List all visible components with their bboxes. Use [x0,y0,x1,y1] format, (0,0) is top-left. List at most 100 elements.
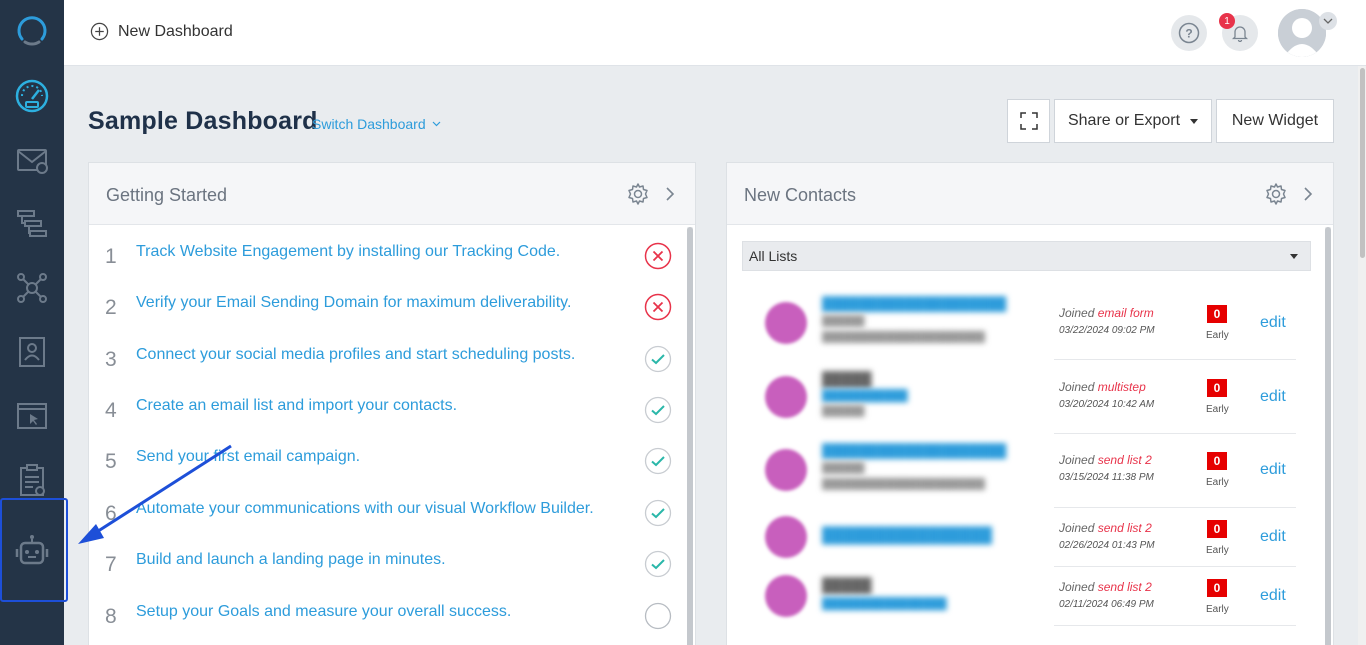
edit-contact-link[interactable]: edit [1260,461,1286,479]
panel-title: New Contacts [744,185,857,205]
chevron-right-icon[interactable] [663,185,677,203]
row-divider [1054,359,1296,360]
lead-score-label: Early [1206,404,1229,415]
task-row: 5 Send your first email campaign. [89,440,689,480]
question-icon: ? [1178,22,1200,44]
task-link[interactable]: Build and launch a landing page in minut… [136,551,446,569]
list-filter-select[interactable]: All Lists [742,241,1311,271]
switch-dashboard-dropdown[interactable]: Switch Dashboard [312,116,441,132]
joined-prefix: Joined [1059,580,1095,594]
workflow-icon[interactable] [0,192,64,256]
caret-down-icon [1190,118,1199,124]
x-circle-icon [644,293,672,321]
joined-date: 02/11/2024 06:49 PM [1059,599,1154,610]
edit-contact-link[interactable]: edit [1260,587,1286,605]
panel-header: Getting Started [89,163,695,225]
contact-email-redacted[interactable]: ████████████████████ [822,443,1006,458]
new-dashboard-button[interactable]: New Dashboard [90,22,233,41]
contact-row: ████████████████████ ██████ ████████████… [727,435,1327,505]
joined-text: Joined send list 2 [1059,580,1152,594]
contact-address-redacted: ███████████████████████ [822,332,985,343]
contact-avatar[interactable] [765,302,807,344]
task-row: 1 Track Website Engagement by installing… [89,235,689,275]
dashboard-gauge-icon[interactable] [0,64,64,128]
contact-name-redacted[interactable]: █████ [822,577,872,593]
task-link[interactable]: Verify your Email Sending Domain for max… [136,294,571,312]
page-scroll-thumb[interactable] [1360,68,1365,258]
joined-prefix: Joined [1059,453,1095,467]
contact-name-redacted[interactable]: █████ [822,371,872,387]
bell-icon [1232,26,1248,42]
joined-source: send list 2 [1097,580,1152,594]
empty-circle-icon [644,602,672,630]
share-export-button[interactable]: Share or Export [1054,99,1212,143]
task-row: 6 Automate your communications with our … [89,492,689,532]
landing-page-icon[interactable] [0,384,64,448]
notification-badge: 1 [1219,13,1235,29]
joined-date: 02/26/2024 01:43 PM [1059,540,1155,551]
fullscreen-button[interactable] [1007,99,1050,143]
contact-email-redacted: ███████████ [822,390,908,402]
contact-row: █████ ████████████████ Joined send list … [727,568,1327,638]
task-number: 2 [105,296,117,319]
task-row: 2 Verify your Email Sending Domain for m… [89,286,689,326]
gear-icon[interactable] [626,182,650,206]
user-avatar[interactable] [1278,9,1326,57]
x-circle-icon [644,242,672,270]
contact-email-redacted[interactable]: ████████████████ [822,527,992,544]
contact-avatar[interactable] [765,516,807,558]
email-icon[interactable] [0,128,64,192]
joined-source: multistep [1097,380,1146,394]
check-circle-icon [644,499,672,527]
edit-contact-link[interactable]: edit [1260,314,1286,332]
edit-contact-link[interactable]: edit [1260,528,1286,546]
new-dashboard-label: New Dashboard [118,22,233,40]
network-icon[interactable] [0,256,64,320]
task-number: 8 [105,605,117,628]
panel-title: Getting Started [106,185,228,205]
edit-contact-link[interactable]: edit [1260,388,1286,406]
logo-icon[interactable] [0,0,64,64]
new-widget-button[interactable]: New Widget [1216,99,1334,143]
task-row: 3 Connect your social media profiles and… [89,338,689,378]
switch-dashboard-label: Switch Dashboard [312,116,426,132]
joined-text: Joined multistep [1059,380,1146,394]
task-row: 8 Setup your Goals and measure your over… [89,595,689,635]
help-button[interactable]: ? [1171,15,1207,51]
contact-avatar[interactable] [765,449,807,491]
task-number: 3 [105,348,117,371]
joined-date: 03/22/2024 09:02 PM [1059,325,1155,336]
contact-avatar[interactable] [765,575,807,617]
joined-text: Joined send list 2 [1059,453,1152,467]
task-link[interactable]: Create an email list and import your con… [136,397,457,415]
joined-prefix: Joined [1059,521,1095,535]
task-link[interactable]: Setup your Goals and measure your overal… [136,603,511,621]
gear-icon[interactable] [1264,182,1288,206]
check-circle-icon [644,396,672,424]
chevron-right-icon[interactable] [1301,185,1315,203]
lead-score-badge: 0 [1207,520,1227,538]
joined-prefix: Joined [1059,380,1095,394]
contact-avatar[interactable] [765,376,807,418]
top-header: New Dashboard ? 1 [64,0,1366,66]
task-number: 7 [105,553,117,576]
joined-text: Joined send list 2 [1059,521,1152,535]
row-divider [1054,507,1296,508]
svg-text:?: ? [1185,27,1192,41]
joined-text: Joined email form [1059,306,1154,320]
contact-phone-redacted: ██████ [822,316,865,327]
caret-down-icon [1290,254,1298,259]
lead-score-badge: 0 [1207,579,1227,597]
task-link[interactable]: Automate your communications with our vi… [136,500,594,518]
contact-email-redacted[interactable]: ████████████████████ [822,296,1006,311]
check-circle-icon [644,550,672,578]
lead-score-badge: 0 [1207,379,1227,397]
task-link[interactable]: Send your first email campaign. [136,448,360,466]
task-link[interactable]: Track Website Engagement by installing o… [136,243,560,261]
task-link[interactable]: Connect your social media profiles and s… [136,346,575,364]
avatar-dropdown-caret[interactable] [1319,12,1337,30]
joined-date: 03/15/2024 11:38 PM [1059,472,1154,483]
contact-card-icon[interactable] [0,320,64,384]
new-contacts-panel: New Contacts All Lists █████████████████… [726,162,1334,645]
joined-date: 03/20/2024 10:42 AM [1059,399,1155,410]
